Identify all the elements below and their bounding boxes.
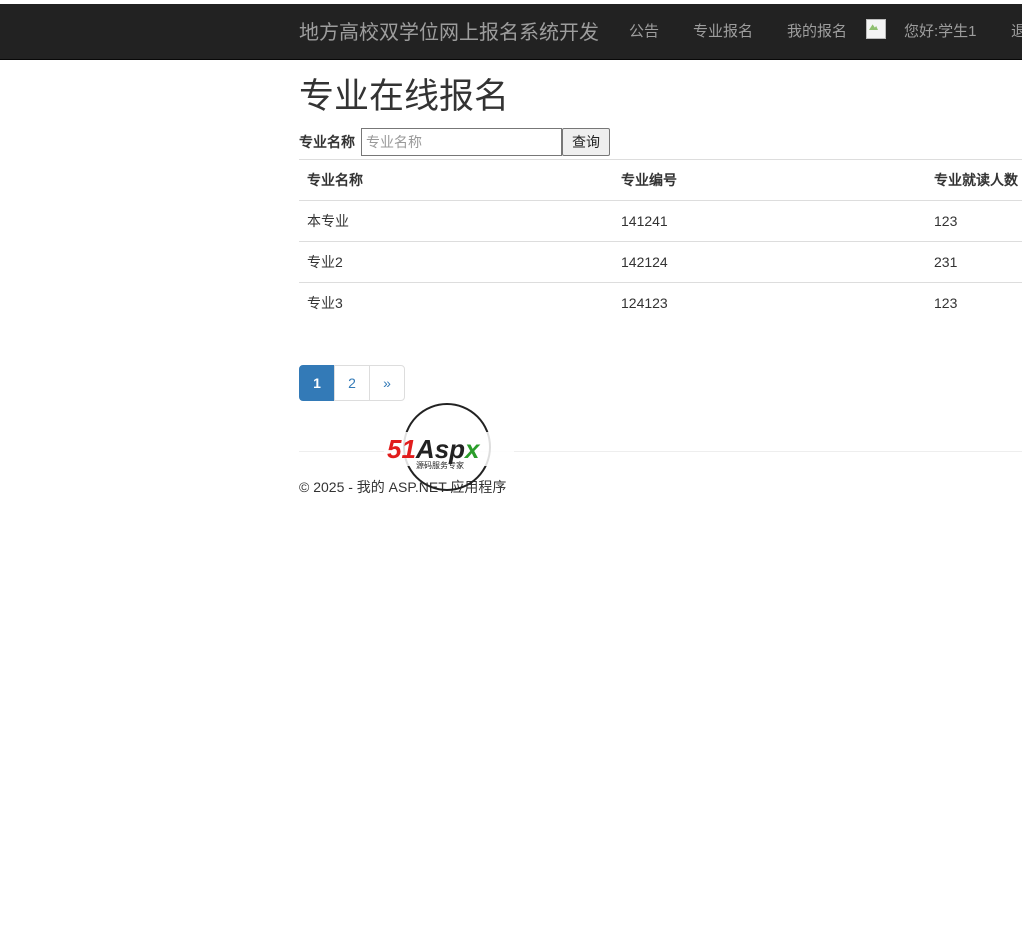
cell-major-name: 专业2 xyxy=(299,241,613,283)
logout-link[interactable]: 退 xyxy=(1011,23,1022,41)
cell-enrollment-count: 123 xyxy=(926,200,1022,242)
cell-major-name: 本专业 xyxy=(299,200,613,242)
cell-major-code: 142124 xyxy=(613,241,926,283)
page-title: 专业在线报名 xyxy=(299,77,510,116)
nav-link-announcement[interactable]: 公告 xyxy=(629,23,659,41)
cell-major-code: 124123 xyxy=(613,282,926,323)
pagination: 1 2 » xyxy=(299,365,405,401)
cell-enrollment-count: 123 xyxy=(926,282,1022,323)
page-link-next[interactable]: » xyxy=(369,365,405,401)
majors-table: 专业名称 专业编号 专业就读人数 本专业 141241 123 专业2 1421… xyxy=(299,159,1022,323)
watermark-51: 51 xyxy=(387,434,416,464)
major-name-search-input[interactable] xyxy=(361,128,562,156)
avatar-broken-image-icon xyxy=(866,19,886,39)
cell-enrollment-count: 231 xyxy=(926,241,1022,283)
search-button[interactable]: 查询 xyxy=(562,128,610,156)
navbar-brand[interactable]: 地方高校双学位网上报名系统开发 xyxy=(299,21,599,45)
page-link-2[interactable]: 2 xyxy=(334,365,370,401)
nav-link-my-registration[interactable]: 我的报名 xyxy=(787,23,847,41)
51aspx-watermark-logo: 51Aspx 源码服务专家 xyxy=(384,403,514,491)
table-header-row: 专业名称 专业编号 专业就读人数 xyxy=(299,159,1022,201)
column-header-major-name: 专业名称 xyxy=(299,159,613,201)
column-header-major-code: 专业编号 xyxy=(613,159,926,201)
table-row[interactable]: 本专业 141241 123 xyxy=(299,200,1022,242)
column-header-enrollment-count: 专业就读人数 xyxy=(926,159,1022,201)
table-row[interactable]: 专业2 142124 231 xyxy=(299,241,1022,283)
watermark-logo-text: 51Aspx xyxy=(387,434,481,464)
watermark-x: x xyxy=(463,434,481,464)
top-navbar: 地方高校双学位网上报名系统开发 公告 专业报名 我的报名 您好:学生1 退 xyxy=(0,4,1022,60)
user-greeting[interactable]: 您好:学生1 xyxy=(904,23,977,41)
watermark-asp: Asp xyxy=(415,434,465,464)
cell-major-code: 141241 xyxy=(613,200,926,242)
watermark-tagline: 源码服务专家 xyxy=(416,460,464,470)
page-link-1[interactable]: 1 xyxy=(299,365,335,401)
cell-major-name: 专业3 xyxy=(299,282,613,323)
table-row[interactable]: 专业3 124123 123 xyxy=(299,282,1022,323)
nav-link-major-registration[interactable]: 专业报名 xyxy=(693,23,753,41)
search-label: 专业名称 xyxy=(299,134,355,150)
